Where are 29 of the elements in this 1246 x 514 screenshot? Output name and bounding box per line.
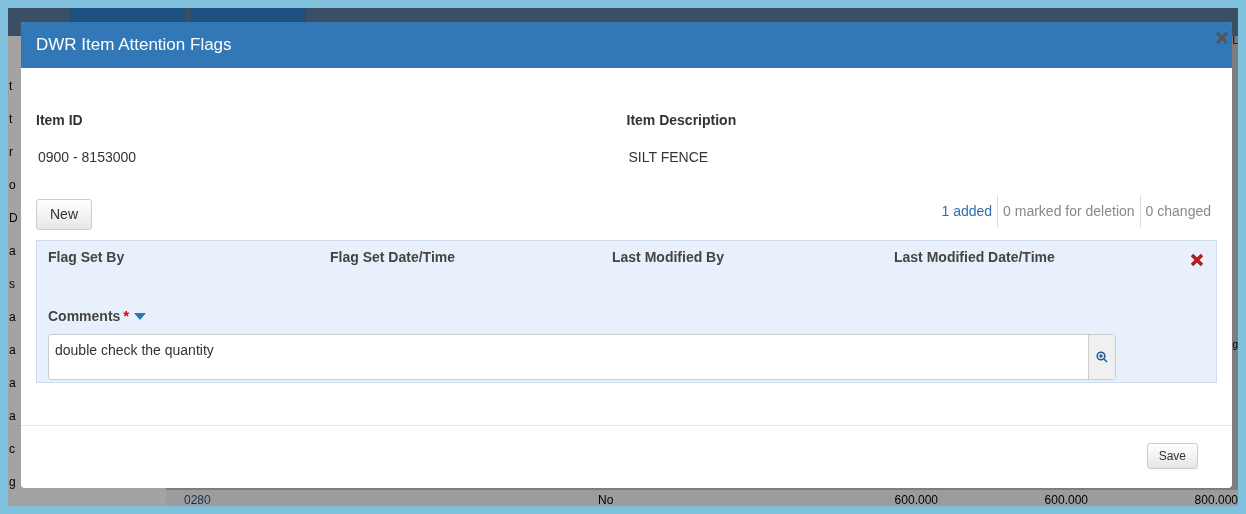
column-header: Flag Set By: [48, 248, 126, 267]
comments-label: Comments: [48, 306, 121, 326]
logout-text[interactable]: L: [1232, 36, 1238, 46]
count-text: 0 changed: [1139, 195, 1211, 228]
delete-icon[interactable]: [1190, 252, 1204, 267]
zoom-in-button[interactable]: [1088, 334, 1115, 379]
table-cell[interactable]: 0280: [184, 494, 598, 506]
field-label: Item ID: [36, 111, 84, 130]
caret-icon[interactable]: [134, 312, 147, 320]
field-value: 0900 - 8153000: [38, 148, 138, 167]
comments-field[interactable]: double check the quantity: [48, 333, 1116, 380]
dialog-title: DWR Item Attention Flags: [36, 34, 232, 57]
added-count-link[interactable]: 1 added: [941, 195, 993, 228]
column-header: Last Modified By: [612, 248, 725, 267]
zoom-in-icon: [1096, 350, 1108, 363]
save-button[interactable]: Save: [1146, 443, 1198, 469]
table-cell-text: No: [598, 494, 615, 506]
column-header: Last Modified Date/Time: [894, 248, 1056, 267]
field-label: Item Description: [626, 111, 738, 130]
required-mark: *: [123, 306, 130, 326]
new-button[interactable]: New: [36, 199, 92, 230]
table-cell-text: 800.000: [1193, 494, 1238, 506]
comments-text: double check the quantity: [54, 340, 215, 360]
field-value: SILT FENCE: [628, 148, 710, 167]
table-cell-text: 600.000: [893, 494, 938, 506]
table-cell: g: [1232, 340, 1238, 350]
table-cell-text: 600.000: [1043, 494, 1088, 506]
column-header: Flag Set Date/Time: [330, 248, 456, 267]
count-text: 0 marked for deletion: [997, 195, 1135, 228]
